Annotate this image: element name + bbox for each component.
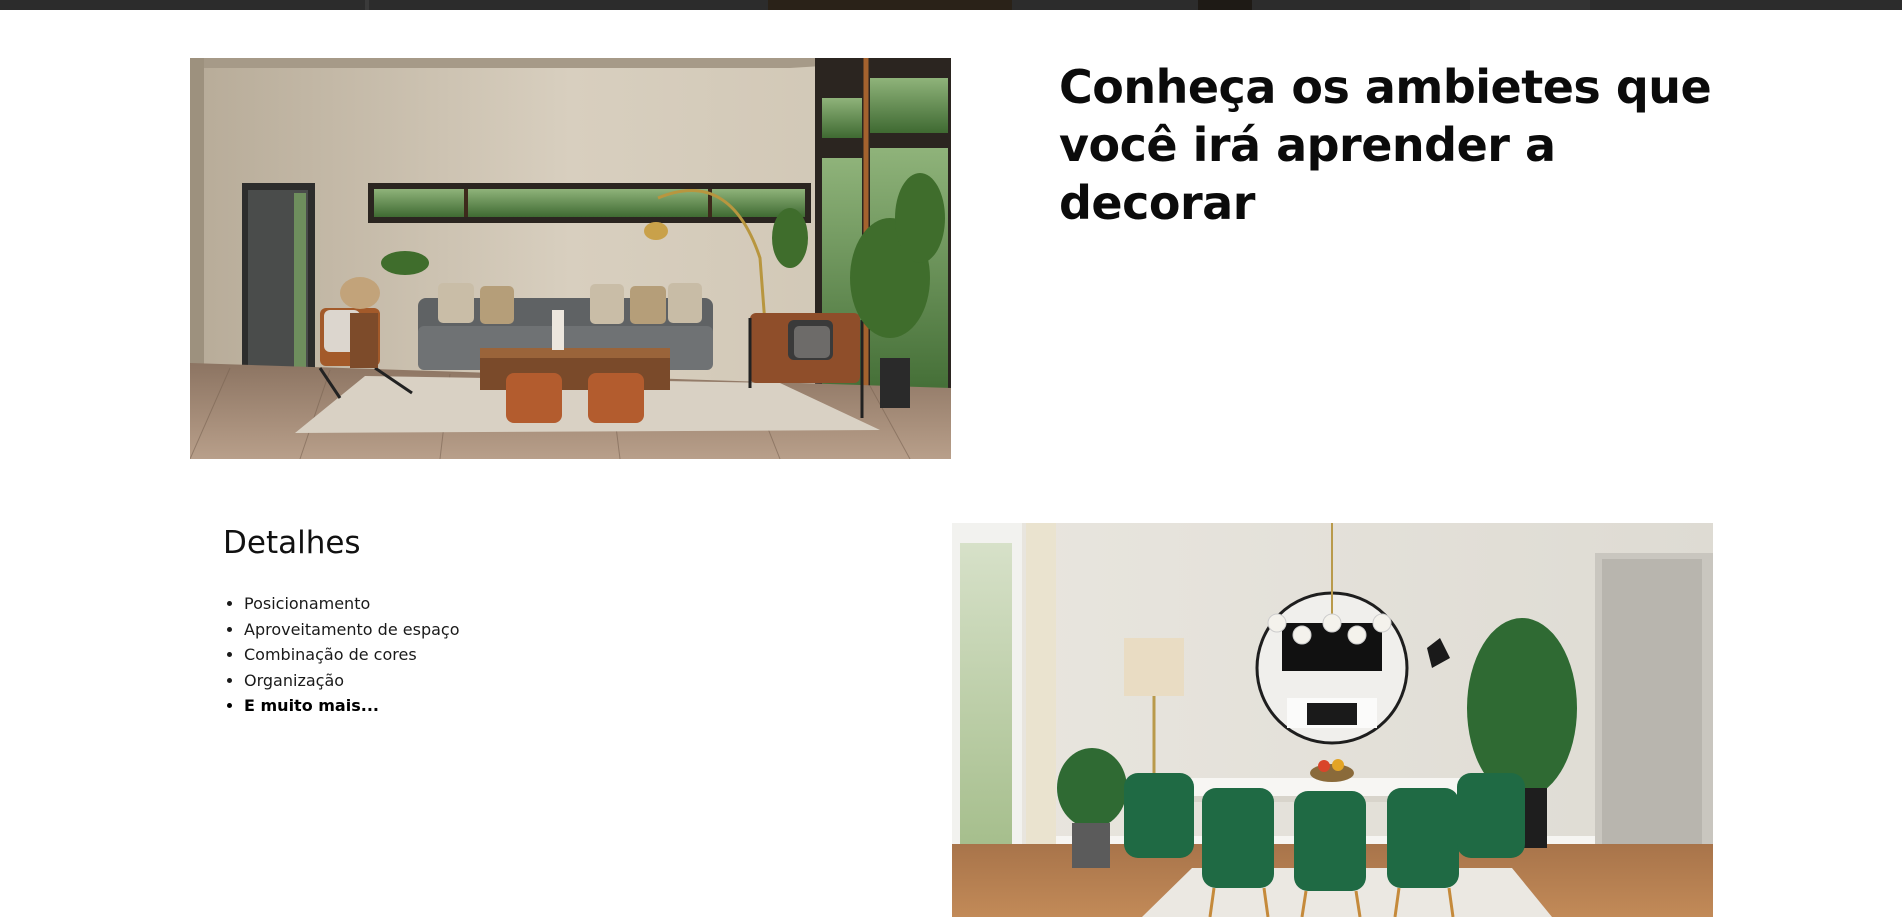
- details-title: Detalhes: [223, 525, 361, 561]
- details-item-space: Aproveitamento de espaço: [244, 617, 459, 643]
- details-item-positioning: Posicionamento: [244, 591, 459, 617]
- details-item-colors: Combinação de cores: [244, 642, 459, 668]
- dining-room-image: [952, 523, 1713, 917]
- living-room-image: [190, 58, 951, 459]
- details-item-organization: Organização: [244, 668, 459, 694]
- top-banner-strip: [0, 0, 1902, 10]
- details-list: Posicionamento Aproveitamento de espaço …: [223, 591, 459, 719]
- details-item-more: E muito mais...: [244, 693, 459, 719]
- page: Conheça os ambietes que você irá aprende…: [0, 0, 1902, 917]
- section-heading: Conheça os ambietes que você irá aprende…: [1059, 60, 1712, 230]
